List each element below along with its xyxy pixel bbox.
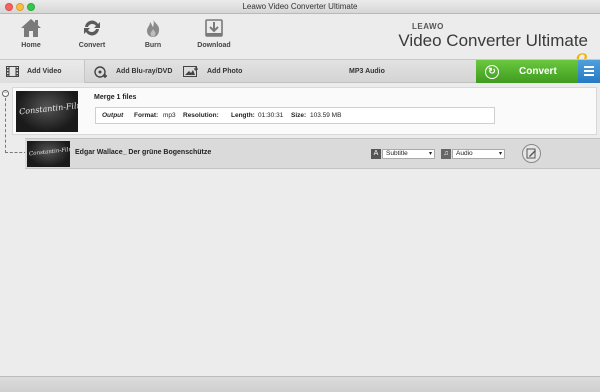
add-photo-button[interactable]: Add Photo xyxy=(183,60,242,83)
minimize-window-button[interactable] xyxy=(16,3,24,11)
subtitle-select-value: Subtitle xyxy=(386,150,408,157)
merge-title: Merge 1 files xyxy=(94,94,137,101)
download-label: Download xyxy=(197,42,231,49)
output-profile-selector[interactable]: MP3 Audio xyxy=(349,60,385,83)
list-view-button[interactable] xyxy=(578,60,600,83)
flame-icon xyxy=(147,19,160,37)
convert-icon xyxy=(84,20,100,36)
convert-button[interactable]: ↻ Convert xyxy=(476,60,578,83)
convert-tab-button[interactable]: Convert xyxy=(67,18,117,58)
refresh-icon: ↻ xyxy=(485,64,499,79)
audio-select-value: Audio xyxy=(456,150,473,157)
convert-tab-label: Convert xyxy=(78,42,106,49)
main-toolbar: Home Convert Burn Download LEAWO Video C… xyxy=(0,14,600,76)
burn-label: Burn xyxy=(144,42,162,49)
home-icon xyxy=(21,19,41,37)
add-bluray-dvd-label: Add Blu-ray/DVD xyxy=(116,68,173,75)
action-bar: Add Video Add Blu-ray/DVD Add Photo MP3 … xyxy=(0,59,600,83)
home-button[interactable]: Home xyxy=(6,18,56,58)
list-icon-bar xyxy=(584,70,594,72)
photo-icon xyxy=(183,66,198,77)
add-bluray-dvd-button[interactable]: Add Blu-ray/DVD xyxy=(94,60,172,83)
audio-select[interactable]: Audio ▾ xyxy=(452,149,505,159)
status-bar xyxy=(0,376,600,392)
burn-button[interactable]: Burn xyxy=(128,18,178,58)
merge-group-row[interactable]: Constantin-Film Merge 1 files Output For… xyxy=(12,87,597,135)
download-button[interactable]: Download xyxy=(189,18,239,58)
edit-icon xyxy=(526,148,536,159)
home-label: Home xyxy=(21,42,41,49)
length-value: 01:30:31 xyxy=(258,112,284,119)
chevron-down-icon: ▾ xyxy=(428,151,432,157)
chevron-down-icon: ▾ xyxy=(498,151,502,157)
collapse-toggle[interactable]: − xyxy=(2,90,9,97)
add-video-button[interactable]: Add Video xyxy=(0,60,85,83)
length-label: Length: xyxy=(231,112,255,119)
size-label: Size: xyxy=(291,112,307,119)
merge-thumbnail: Constantin-Film xyxy=(16,91,78,132)
size-value: 103.59 MB xyxy=(310,112,342,119)
film-icon xyxy=(6,66,19,77)
tree-connector xyxy=(5,98,6,153)
edit-button[interactable] xyxy=(522,144,541,163)
resolution-label: Resolution: xyxy=(183,112,219,119)
close-window-button[interactable] xyxy=(5,3,13,11)
output-info-box: Output Format: mp3 Resolution: Length: 0… xyxy=(95,107,495,124)
tree-connector xyxy=(5,152,27,153)
disc-plus-icon xyxy=(94,65,107,78)
add-photo-label: Add Photo xyxy=(207,68,243,75)
format-value: mp3 xyxy=(163,112,176,119)
list-icon xyxy=(584,66,594,68)
add-video-label: Add Video xyxy=(27,68,62,75)
format-label: Format: xyxy=(134,112,159,119)
file-thumbnail: Constantin-Film xyxy=(27,141,70,167)
output-label: Output xyxy=(102,112,124,119)
brand-product: Video Converter Ultimate xyxy=(398,31,588,50)
audio-icon: ♫ xyxy=(441,149,451,159)
download-icon xyxy=(205,19,223,37)
file-list-area: − Constantin-Film Merge 1 files Output F… xyxy=(0,84,600,376)
file-name: Edgar Wallace_ Der grüne Bogenschütze xyxy=(75,149,212,156)
list-icon-bar xyxy=(584,74,594,76)
brand-company: LEAWO xyxy=(412,22,444,31)
window-title: Leawo Video Converter Ultimate xyxy=(242,2,358,11)
file-row[interactable]: Constantin-Film Edgar Wallace_ Der grüne… xyxy=(25,138,600,169)
subtitle-icon: A xyxy=(371,149,381,159)
zoom-window-button[interactable] xyxy=(27,3,35,11)
title-bar: Leawo Video Converter Ultimate xyxy=(0,0,600,14)
subtitle-select[interactable]: Subtitle ▾ xyxy=(382,149,435,159)
convert-button-label: Convert xyxy=(519,66,557,77)
